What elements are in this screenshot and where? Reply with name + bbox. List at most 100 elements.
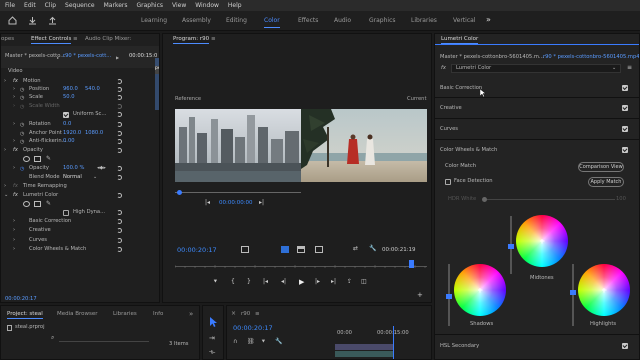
- effect-controls-timecode[interactable]: 00:00:15:0: [129, 53, 157, 60]
- menu-clip[interactable]: Clip: [45, 2, 56, 9]
- reset-icon[interactable]: [117, 79, 122, 84]
- expand-icon[interactable]: ›: [13, 218, 15, 225]
- highlights-slider[interactable]: [570, 264, 576, 326]
- rectangle-mask-icon[interactable]: [34, 201, 41, 207]
- timeline-playhead[interactable]: [393, 326, 394, 359]
- midtones-slider[interactable]: [508, 216, 514, 274]
- menu-graphics[interactable]: Graphics: [137, 2, 164, 9]
- export-icon[interactable]: [48, 16, 57, 25]
- section-curves[interactable]: Curves: [435, 120, 639, 140]
- add-marker-icon[interactable]: ⯆: [213, 278, 218, 286]
- add-marker-icon[interactable]: ⯆: [261, 338, 266, 346]
- swap-sides-icon[interactable]: ⇄: [353, 245, 358, 252]
- section-enable-checkbox[interactable]: [622, 343, 628, 349]
- hdr-white-slider-knob[interactable]: [482, 197, 487, 202]
- anchor-x-value[interactable]: 1920.0: [63, 130, 81, 137]
- midtones-wheel[interactable]: [516, 215, 568, 267]
- stopwatch-icon[interactable]: ◷: [20, 122, 24, 128]
- snap-icon[interactable]: ∩: [233, 338, 237, 345]
- step-forward-icon[interactable]: ▸|: [259, 199, 264, 206]
- expand-icon[interactable]: ›: [4, 147, 6, 154]
- workspace-effects[interactable]: Effects: [298, 17, 318, 24]
- pen-mask-icon[interactable]: ✎: [46, 200, 51, 207]
- lift-icon[interactable]: ⇪: [347, 278, 352, 285]
- workspace-audio[interactable]: Audio: [334, 17, 351, 24]
- reference-scrubber[interactable]: [175, 192, 301, 193]
- linked-selection-icon[interactable]: ⛓: [247, 338, 255, 345]
- home-icon[interactable]: [8, 16, 17, 25]
- go-to-in-icon[interactable]: |◂: [263, 278, 268, 285]
- timeline-menu-icon[interactable]: ≡: [255, 309, 260, 319]
- anchor-y-value[interactable]: 1080.0: [85, 130, 103, 137]
- expand-icon[interactable]: ›: [13, 138, 15, 145]
- tab-audio-clip-mixer[interactable]: Audio Clip Mixer: SplitScree: [85, 34, 159, 52]
- panels-more-button[interactable]: »: [189, 309, 193, 319]
- expand-icon[interactable]: ›: [13, 86, 15, 93]
- reset-icon[interactable]: [117, 219, 122, 224]
- tab-panel-menu[interactable]: ≡: [73, 34, 78, 44]
- scale-value[interactable]: 50.0: [63, 94, 75, 101]
- anti-flicker-value[interactable]: 0.00: [63, 138, 75, 145]
- menu-sequence[interactable]: Sequence: [65, 2, 95, 9]
- workspace-editing[interactable]: Editing: [226, 17, 247, 24]
- stopwatch-icon[interactable]: ◷: [20, 104, 24, 110]
- reset-icon[interactable]: [117, 175, 122, 180]
- clip-block[interactable]: pexels-cotton: [155, 66, 159, 74]
- reset-icon[interactable]: [117, 238, 122, 243]
- current-timecode[interactable]: 00:00:20:17: [177, 246, 217, 254]
- expand-icon[interactable]: ›: [13, 165, 15, 172]
- reference-playhead[interactable]: [177, 190, 182, 195]
- timeline-close-icon[interactable]: ×: [231, 309, 236, 319]
- shadows-slider[interactable]: [446, 264, 452, 326]
- lumetri-master-label[interactable]: Master * pexels-cottonbro-5601405.m...: [440, 54, 544, 61]
- tab-lumetri-color[interactable]: Lumetri Color: [441, 34, 479, 44]
- menu-file[interactable]: File: [5, 2, 15, 9]
- reset-icon[interactable]: [117, 139, 122, 144]
- apply-match-button[interactable]: Apply Match: [588, 177, 624, 187]
- rotation-value[interactable]: 0.0: [63, 121, 71, 128]
- reset-icon[interactable]: [117, 148, 122, 153]
- face-detection-checkbox[interactable]: [445, 179, 451, 185]
- reset-icon[interactable]: [117, 210, 122, 215]
- stopwatch-icon[interactable]: ◷: [20, 95, 24, 101]
- timeline-clip-video[interactable]: [335, 344, 393, 350]
- highlights-wheel[interactable]: [578, 264, 630, 316]
- expand-icon[interactable]: ›: [4, 183, 6, 190]
- vertical-split-icon[interactable]: [297, 246, 305, 253]
- selection-tool-icon[interactable]: [207, 316, 219, 328]
- wrench-icon[interactable]: 🔧: [369, 245, 376, 252]
- position-x-value[interactable]: 960.0: [63, 86, 78, 93]
- expand-icon[interactable]: ›: [13, 237, 15, 244]
- menu-edit[interactable]: Edit: [24, 2, 36, 9]
- hdr-white-value[interactable]: 100: [616, 196, 626, 203]
- menu-markers[interactable]: Markers: [104, 2, 128, 9]
- program-menu-icon[interactable]: ≡: [211, 34, 216, 44]
- tab-media-browser[interactable]: Media Browser: [57, 309, 98, 319]
- expand-icon[interactable]: ⌄: [4, 192, 8, 199]
- play-icon[interactable]: ▶: [299, 278, 304, 286]
- shadows-slider-knob[interactable]: [446, 294, 452, 299]
- section-color-wheels[interactable]: Color Wheels & Match: [435, 141, 639, 159]
- program-monitor-title[interactable]: Program: r90: [173, 34, 210, 44]
- basic-correction-label[interactable]: Basic Correction: [29, 218, 71, 225]
- tab-info[interactable]: Info: [153, 309, 163, 319]
- workspaces-more-button[interactable]: »: [486, 15, 491, 24]
- reset-icon[interactable]: [117, 247, 122, 252]
- color-wheels-label[interactable]: Color Wheels & Match: [29, 246, 86, 253]
- effect-select[interactable]: Lumetri Color ⌄: [451, 64, 621, 73]
- expand-icon[interactable]: ›: [4, 78, 6, 85]
- shadows-wheel[interactable]: [454, 264, 506, 316]
- reset-icon[interactable]: [117, 95, 122, 100]
- tab-libraries[interactable]: Libraries: [113, 309, 137, 319]
- stopwatch-icon[interactable]: ◷: [20, 166, 24, 172]
- timeline-sequence-tab[interactable]: r90: [241, 309, 250, 319]
- section-enable-checkbox[interactable]: [622, 105, 628, 111]
- curves-label[interactable]: Curves: [29, 237, 47, 244]
- position-y-value[interactable]: 540.0: [85, 86, 100, 93]
- reset-icon[interactable]: [117, 112, 122, 117]
- reset-icon[interactable]: [117, 131, 122, 136]
- midtones-slider-knob[interactable]: [508, 244, 514, 249]
- high-dynamic-range-checkbox[interactable]: [63, 210, 69, 216]
- hdr-white-slider[interactable]: [485, 199, 615, 200]
- workspace-learning[interactable]: Learning: [141, 17, 167, 24]
